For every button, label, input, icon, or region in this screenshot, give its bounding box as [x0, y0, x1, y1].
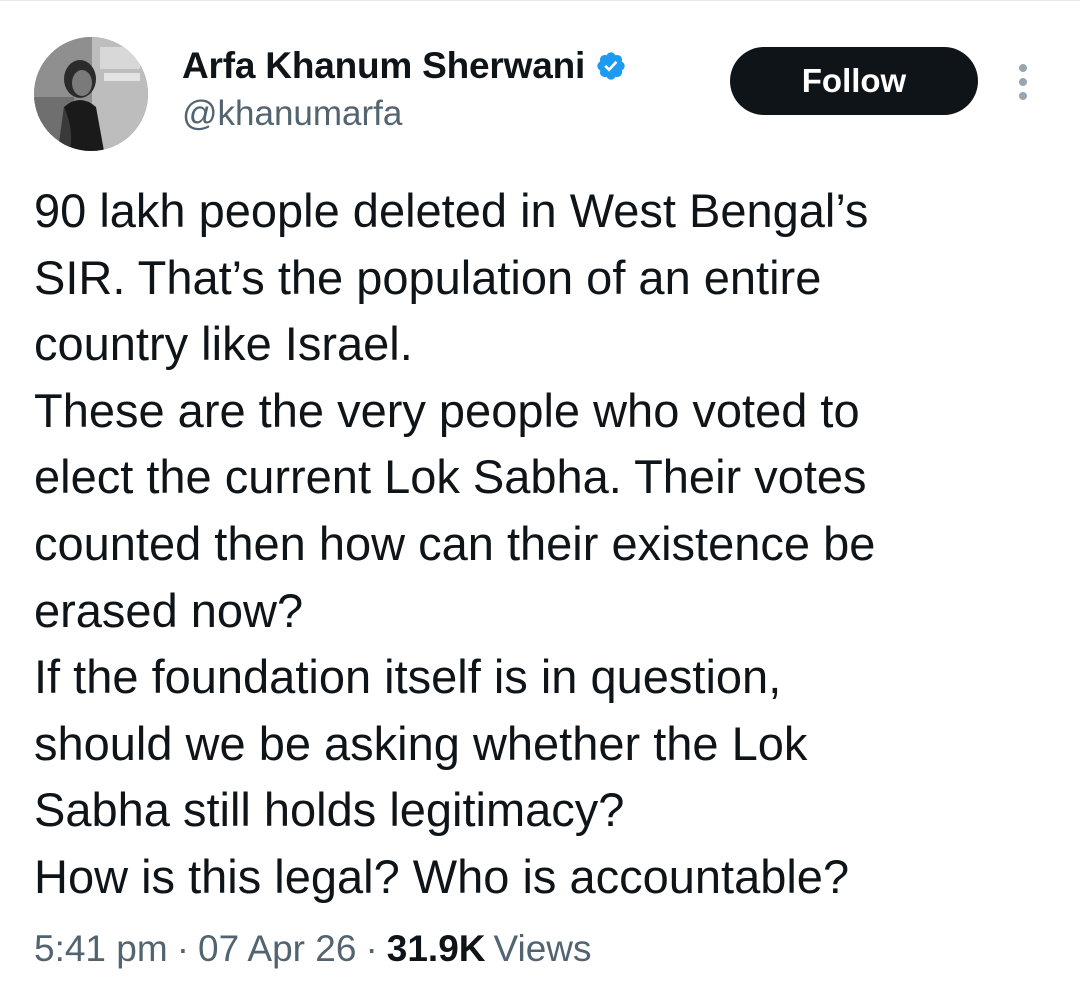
tweet-line: should we be asking whether the Lok — [34, 716, 808, 770]
tweet-line: erased now? — [34, 583, 304, 637]
more-vertical-icon[interactable] — [1010, 62, 1036, 102]
tweet-line: SIR. That’s the population of an entire — [34, 250, 822, 304]
avatar[interactable] — [34, 37, 148, 151]
views-label: Views — [493, 928, 592, 969]
tweet-line: These are the very people who voted to — [34, 383, 860, 437]
tweet-line: Sabha still holds legitimacy? — [34, 783, 625, 837]
tweet-line: elect the current Lok Sabha. Their votes — [34, 450, 867, 504]
views-count: 31.9K — [386, 928, 486, 969]
author-handle[interactable]: @khanumarfa — [182, 94, 402, 134]
avatar-photo — [34, 37, 148, 151]
tweet-meta: 5:41 pm · 07 Apr 26 · 31.9K Views — [34, 928, 592, 970]
tweet-date[interactable]: 07 Apr 26 — [198, 928, 356, 970]
meta-separator: · — [176, 928, 190, 969]
tweet-time[interactable]: 5:41 pm — [34, 928, 168, 970]
follow-button[interactable]: Follow — [730, 47, 978, 115]
tweet-line: country like Israel. — [34, 317, 413, 371]
tweet-line: If the foundation itself is in question, — [34, 650, 782, 704]
tweet-text: 90 lakh people deleted in West Bengal’s … — [34, 178, 1054, 911]
author-display-name[interactable]: Arfa Khanum Sherwani — [182, 45, 585, 87]
tweet-line: How is this legal? Who is accountable? — [34, 849, 850, 903]
tweet-line: 90 lakh people deleted in West Bengal’s — [34, 184, 869, 237]
author-name-row: Arfa Khanum Sherwani — [182, 44, 627, 88]
meta-separator: · — [365, 928, 378, 969]
top-divider — [0, 0, 1080, 1]
verified-badge-icon — [595, 50, 627, 82]
tweet-line: counted then how can their existence be — [34, 516, 876, 570]
